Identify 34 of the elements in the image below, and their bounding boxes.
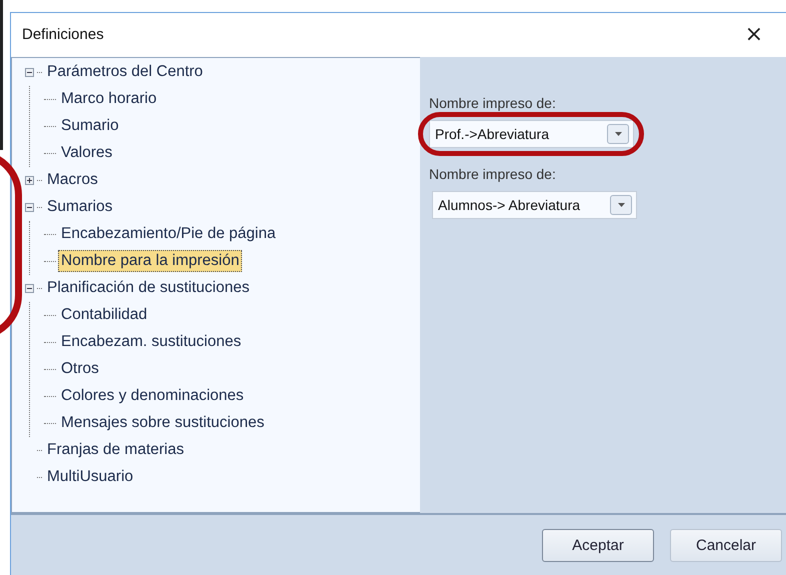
collapse-icon[interactable] (25, 68, 34, 77)
tree-item[interactable]: Valores (58, 142, 116, 164)
field-label: Nombre impreso de: (429, 166, 556, 182)
tree-item[interactable]: Contabilidad (58, 304, 150, 326)
tree-item[interactable]: Franjas de materias (44, 439, 187, 462)
window-title: Definiciones (22, 26, 104, 44)
expand-icon[interactable] (25, 176, 34, 185)
tree-item[interactable]: Sumario (58, 115, 122, 138)
tree-item[interactable]: Encabezamiento/Pie de página (58, 223, 279, 246)
dropdown-button[interactable] (607, 124, 629, 144)
tree-item[interactable]: Mensajes sobre sustituciones (58, 412, 268, 434)
tree-item[interactable]: Parámetros del Centro (44, 61, 206, 84)
tree-item[interactable]: Planificación de sustituciones (44, 277, 252, 300)
dropdown-value: Prof.->Abreviatura (435, 126, 549, 142)
dropdown-button[interactable] (610, 194, 632, 215)
tree-item[interactable]: Otros (58, 358, 102, 380)
dropdown-value: Alumnos-> Abreviatura (438, 196, 580, 213)
collapse-icon[interactable] (25, 284, 34, 293)
tree-item[interactable]: Macros (44, 169, 101, 192)
field-label: Nombre impreso de: (429, 94, 556, 111)
tree-item[interactable]: Encabezam. sustituciones (58, 331, 244, 354)
tree-item[interactable]: MultiUsuario (44, 466, 136, 488)
dialog-button[interactable]: Cancelar (670, 528, 782, 562)
tree-item[interactable]: Colores y denominaciones (58, 385, 247, 408)
dialog-button[interactable]: Aceptar (542, 528, 654, 562)
dropdown-field[interactable]: Prof.->Abreviatura (429, 120, 634, 148)
collapse-icon[interactable] (25, 202, 34, 212)
tree-item[interactable]: Nombre para la impresión (58, 250, 242, 272)
tree-item[interactable]: Sumarios (44, 196, 116, 218)
caret-icon (614, 132, 622, 136)
tree-item[interactable]: Marco horario (58, 88, 160, 110)
close-button[interactable]: × (734, 22, 774, 48)
dropdown-field[interactable]: Alumnos-> Abreviatura (432, 190, 637, 219)
caret-icon (618, 202, 624, 207)
